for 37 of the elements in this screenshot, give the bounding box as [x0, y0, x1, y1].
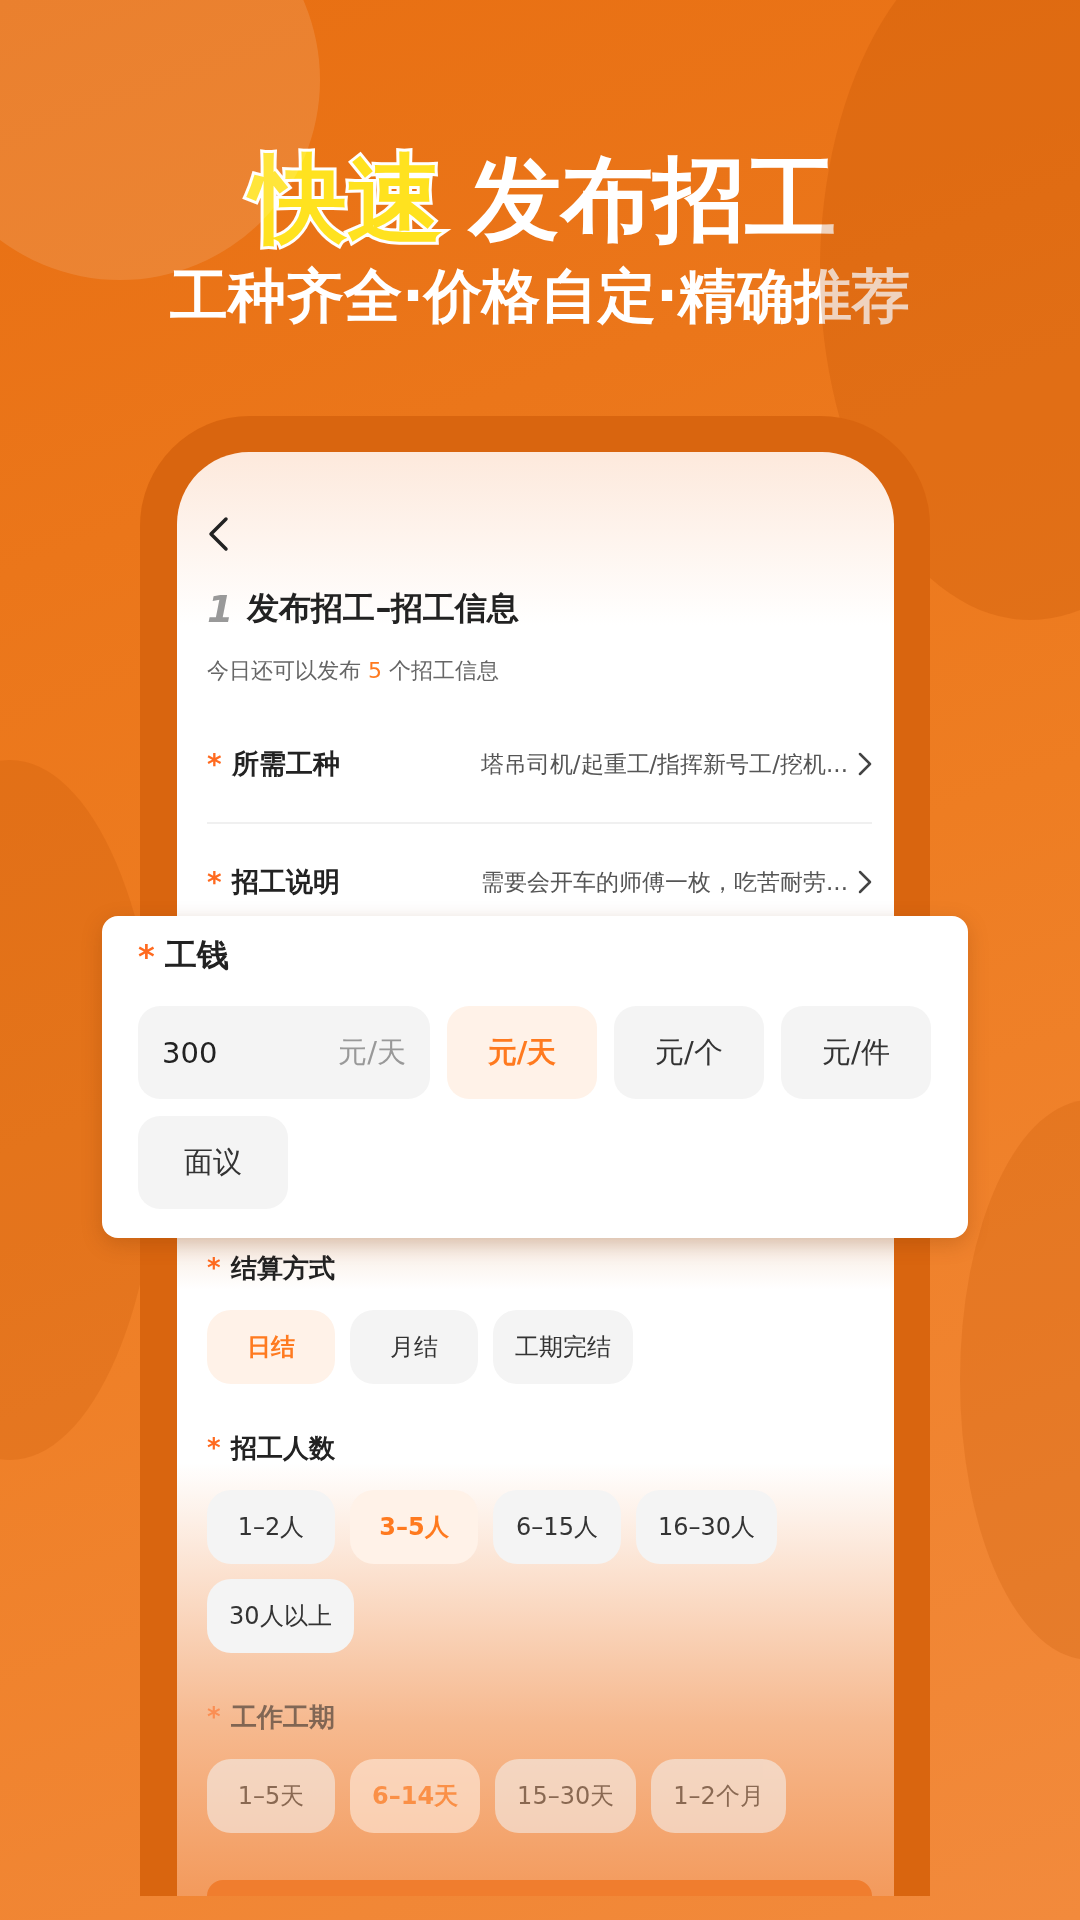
option-chip[interactable]: 面议 — [138, 1116, 288, 1209]
option-chip[interactable]: 1–2个月 — [651, 1759, 786, 1833]
option-chip[interactable]: 15–30天 — [495, 1759, 637, 1833]
option-chip[interactable]: 工期完结 — [493, 1310, 633, 1384]
option-chip[interactable]: 16–30人 — [636, 1490, 778, 1564]
headline: 发布招工 — [469, 154, 837, 246]
option-chip[interactable]: 元/个 — [614, 1006, 764, 1099]
quota-text: 今日还可以发布 5 个招工信息 — [207, 657, 500, 685]
amount-input[interactable]: 300 — [162, 1035, 282, 1070]
option-chip[interactable]: 6–15人 — [493, 1490, 621, 1564]
chevron-right-icon[interactable] — [858, 870, 872, 894]
subtitle: 工种齐全·价格自定·精确推荐 — [169, 262, 911, 330]
step-number: 1 — [207, 587, 234, 631]
field-label: 招工说明 — [231, 865, 341, 899]
headline-highlight: 快速 — [243, 138, 451, 262]
option-chip[interactable]: 30人以上 — [207, 1579, 354, 1653]
option-chip[interactable]: 月结 — [350, 1310, 478, 1384]
page-title: 发布招工–招工信息 — [247, 588, 520, 629]
field-label: 招工人数 — [230, 1431, 335, 1465]
wage-input-field[interactable]: 300 元/天 — [138, 1006, 430, 1099]
field-value[interactable]: 需要会开车的师傅一枚，吃苦耐劳... — [411, 866, 848, 898]
required-mark: * — [207, 1433, 221, 1463]
field-label: 结算方式 — [230, 1251, 335, 1285]
back-icon[interactable] — [207, 516, 229, 552]
option-chip[interactable]: 1–5天 — [207, 1759, 335, 1833]
required-mark: * — [207, 1253, 221, 1283]
option-chip[interactable]: 1–2人 — [207, 1490, 335, 1564]
required-mark: * — [207, 747, 222, 781]
required-mark: * — [207, 1702, 221, 1732]
chevron-right-icon[interactable] — [858, 752, 872, 776]
field-label: 工作工期 — [230, 1700, 335, 1734]
option-chip[interactable]: 元/件 — [781, 1006, 931, 1099]
field-value[interactable]: 塔吊司机/起重工/指挥新号工/挖机... — [411, 748, 848, 780]
field-label: 所需工种 — [231, 747, 341, 781]
field-label: 工钱 — [164, 935, 229, 976]
required-mark: * — [207, 865, 222, 899]
required-mark: * — [138, 937, 155, 975]
